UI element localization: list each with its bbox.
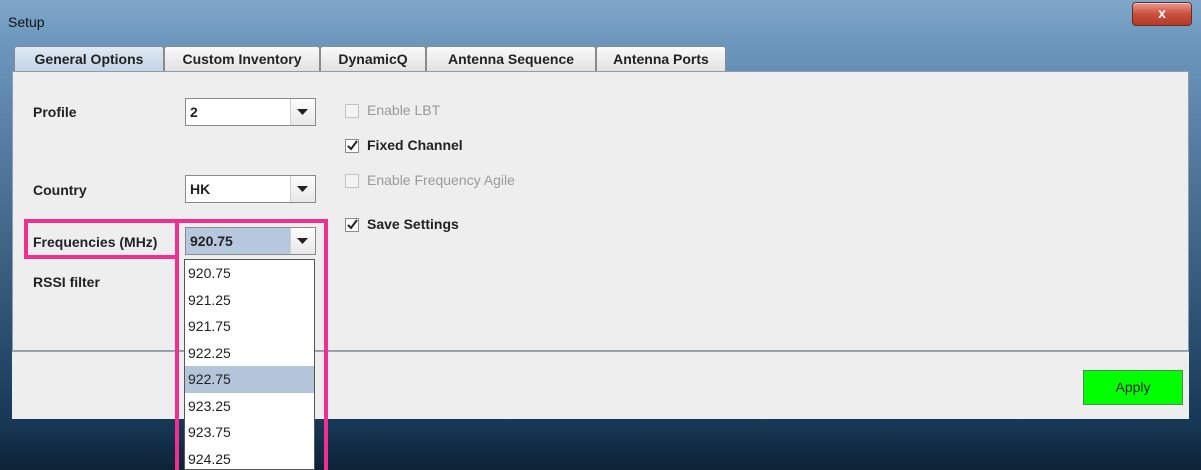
- close-icon: x: [1158, 5, 1166, 21]
- profile-value: 2: [190, 104, 198, 120]
- chevron-down-icon: [290, 99, 315, 125]
- country-select[interactable]: HK: [185, 175, 316, 203]
- tab-antenna-sequence[interactable]: Antenna Sequence: [426, 46, 596, 71]
- close-button[interactable]: x: [1132, 2, 1192, 26]
- enable-lbt-label: Enable LBT: [367, 102, 441, 118]
- apply-button[interactable]: Apply: [1083, 370, 1183, 405]
- tab-general-options[interactable]: General Options: [14, 46, 164, 73]
- window-title: Setup: [8, 14, 45, 30]
- enable-frequency-agile-label: Enable Frequency Agile: [367, 172, 515, 188]
- rssi-filter-label: RSSI filter: [33, 274, 100, 290]
- checkmark-icon: [345, 218, 359, 232]
- tab-dynamicq[interactable]: DynamicQ: [320, 46, 426, 71]
- profile-select[interactable]: 2: [185, 98, 316, 126]
- profile-label: Profile: [33, 104, 77, 120]
- fixed-channel-label: Fixed Channel: [367, 137, 463, 153]
- country-label: Country: [33, 182, 87, 198]
- checkbox-box: [345, 104, 359, 118]
- title-bar: Setup x: [0, 0, 1201, 38]
- checkbox-box: [345, 174, 359, 188]
- annotation-box-label: [24, 219, 179, 259]
- tab-antenna-ports[interactable]: Antenna Ports: [596, 46, 726, 71]
- chevron-down-icon: [290, 176, 315, 202]
- country-value: HK: [190, 181, 211, 197]
- checkmark-icon: [345, 139, 359, 153]
- save-settings-label: Save Settings: [367, 216, 459, 232]
- tab-custom-inventory[interactable]: Custom Inventory: [164, 46, 320, 71]
- annotation-box-dropdown: [175, 219, 328, 470]
- setup-window: Setup x General Options Custom Inventory…: [0, 0, 1201, 470]
